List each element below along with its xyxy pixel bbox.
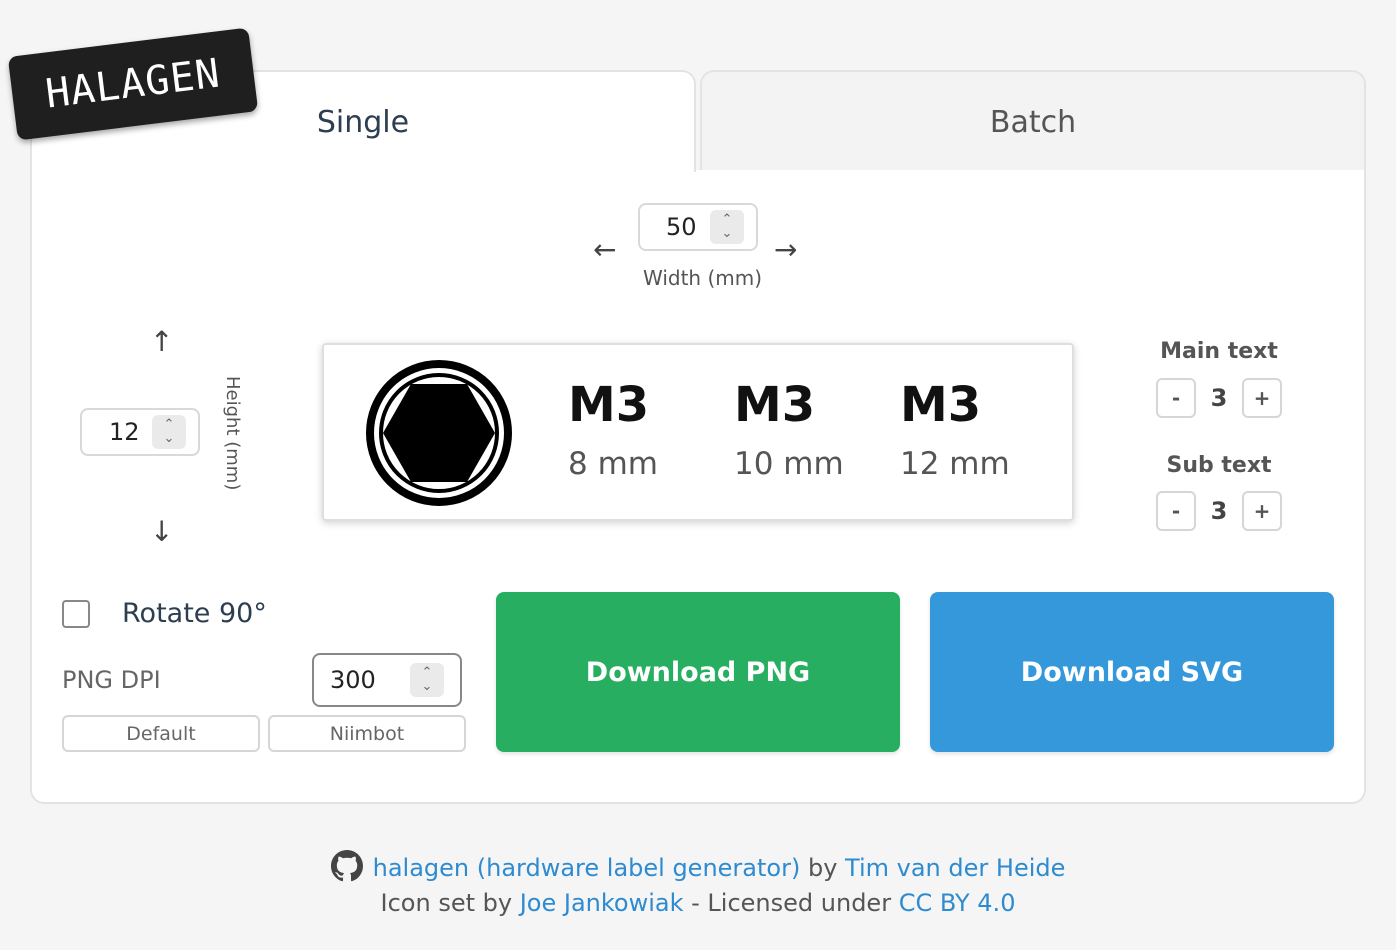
main-text-size-title: Main text [1160,339,1278,364]
icon-author-link[interactable]: Joe Jankowiak [520,889,684,917]
dpi-stepper-icon[interactable]: ⌃ ⌄ [410,663,444,697]
rotate-label: Rotate 90° [122,598,267,629]
licensed-text: - Licensed under [691,889,892,917]
label-sub-text: 12 mm [900,446,1010,482]
label-main-text: M3 [900,377,982,433]
sub-text-size-value: 3 [1210,497,1228,525]
footer-credits-line: halagen (hardware label generator) by Ti… [0,850,1396,882]
author-link[interactable]: Tim van der Heide [845,854,1065,882]
dpi-value: 300 [330,666,376,694]
preset-niimbot-button[interactable]: Niimbot [268,715,466,752]
width-left-arrow-icon: ← [593,233,617,266]
download-svg-button[interactable]: Download SVG [930,592,1334,752]
width-input[interactable]: 50 ⌃ ⌄ [638,203,758,251]
project-link[interactable]: halagen (hardware label generator) [373,854,801,882]
height-up-arrow-icon: ↑ [150,325,174,358]
label-sub-text: 8 mm [568,446,658,482]
sub-text-increase-button[interactable]: + [1242,491,1282,531]
label-column-1: M3 8 mm [568,381,658,480]
rotate-checkbox[interactable] [62,600,90,628]
label-preview: M3 8 mm M3 10 mm M3 12 mm [322,343,1074,521]
label-column-3: M3 12 mm [900,381,1010,480]
label-column-2: M3 10 mm [734,381,844,480]
height-value: 12 [109,418,140,446]
download-png-button[interactable]: Download PNG [496,592,900,752]
sub-text-size-title: Sub text [1166,453,1272,478]
label-sub-text: 10 mm [734,446,844,482]
label-main-text: M3 [734,377,816,433]
sub-text-decrease-button[interactable]: - [1156,491,1196,531]
height-caption: Height (mm) [222,376,243,491]
main-text-decrease-button[interactable]: - [1156,378,1196,418]
main-text-increase-button[interactable]: + [1242,378,1282,418]
footer-license-line: Icon set by Joe Jankowiak - Licensed und… [0,889,1396,917]
width-right-arrow-icon: → [774,233,798,266]
main-text-size-value: 3 [1210,384,1228,412]
by-text: by [807,854,838,882]
github-icon[interactable] [330,850,363,882]
hex-socket-icon [366,360,512,506]
height-stepper-icon[interactable]: ⌃ ⌄ [152,415,186,449]
icon-set-text: Icon set by [380,889,513,917]
license-link[interactable]: CC BY 4.0 [899,889,1016,917]
label-main-text: M3 [568,377,650,433]
width-value: 50 [666,213,697,241]
dpi-label: PNG DPI [62,666,161,694]
preset-default-button[interactable]: Default [62,715,260,752]
width-caption: Width (mm) [643,266,763,290]
height-down-arrow-icon: ↓ [150,515,174,548]
width-stepper-icon[interactable]: ⌃ ⌄ [710,210,744,244]
dpi-input[interactable]: 300 ⌃ ⌄ [312,653,462,707]
height-input[interactable]: 12 ⌃ ⌄ [80,408,200,456]
tab-batch[interactable]: Batch [700,70,1366,172]
